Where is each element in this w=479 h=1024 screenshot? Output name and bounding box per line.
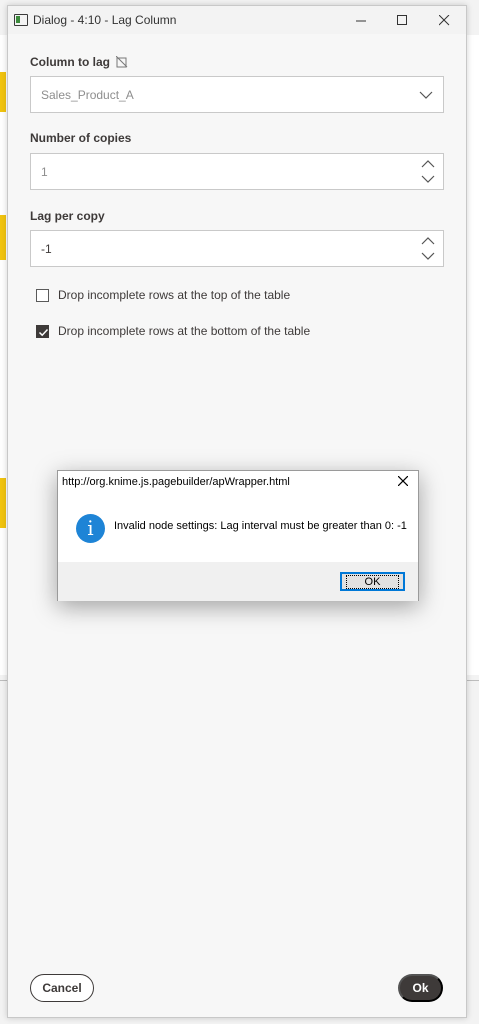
alert-dialog: http://org.knime.js.pagebuilder/apWrappe… <box>57 470 419 601</box>
alert-ok-button[interactable]: OK <box>340 572 405 591</box>
alert-title: http://org.knime.js.pagebuilder/apWrappe… <box>62 476 290 488</box>
drop-top-label: Drop incomplete rows at the top of the t… <box>58 288 291 302</box>
lag-per-copy-stepper <box>413 231 443 266</box>
background-node-yellow-1 <box>0 72 6 112</box>
column-filter-icon <box>115 55 128 68</box>
cancel-button[interactable]: Cancel <box>30 974 94 1002</box>
app-icon <box>14 14 28 26</box>
background-canvas-left <box>0 35 7 675</box>
number-of-copies-label: Number of copies <box>30 131 132 145</box>
number-of-copies-input[interactable]: 1 <box>30 153 444 190</box>
close-icon <box>438 14 449 25</box>
chevron-down-icon[interactable] <box>421 174 435 184</box>
alert-close-button[interactable] <box>394 473 412 491</box>
info-icon: i <box>76 514 105 543</box>
maximize-icon <box>396 14 407 25</box>
window-title: Dialog - 4:10 - Lag Column <box>33 13 177 27</box>
column-to-lag-value: Sales_Product_A <box>41 88 134 102</box>
title-bar[interactable]: Dialog - 4:10 - Lag Column <box>8 6 466 34</box>
chevron-up-icon[interactable] <box>421 159 435 169</box>
chevron-down-icon <box>419 91 433 99</box>
alert-button-bar: OK <box>58 562 418 601</box>
drop-bottom-option[interactable]: Drop incomplete rows at the bottom of th… <box>36 324 310 338</box>
column-to-lag-label: Column to lag <box>30 55 128 69</box>
column-to-lag-dropdown[interactable]: Sales_Product_A <box>30 76 444 113</box>
chevron-down-icon[interactable] <box>421 251 435 261</box>
alert-message: Invalid node settings: Lag interval must… <box>114 520 407 532</box>
checkmark-icon <box>38 328 49 336</box>
lag-per-copy-label: Lag per copy <box>30 209 105 223</box>
background-canvas-right <box>467 35 479 675</box>
number-of-copies-value: 1 <box>41 165 48 179</box>
lag-per-copy-value: -1 <box>41 242 52 256</box>
drop-top-option[interactable]: Drop incomplete rows at the top of the t… <box>36 288 290 302</box>
minimize-icon <box>355 20 366 21</box>
maximize-button[interactable] <box>382 6 422 34</box>
close-button[interactable] <box>424 6 464 34</box>
drop-bottom-label: Drop incomplete rows at the bottom of th… <box>58 324 311 338</box>
drop-top-checkbox[interactable] <box>36 288 49 302</box>
alert-body: i Invalid node settings: Lag interval mu… <box>58 494 418 562</box>
minimize-button[interactable] <box>341 6 381 34</box>
close-icon <box>397 475 409 487</box>
background-node-yellow-3 <box>0 478 6 528</box>
chevron-up-icon[interactable] <box>421 236 435 246</box>
number-of-copies-stepper <box>413 154 443 189</box>
background-node-yellow-2 <box>0 215 6 260</box>
ok-button[interactable]: Ok <box>398 974 443 1002</box>
drop-bottom-checkbox[interactable] <box>36 324 49 338</box>
lag-per-copy-input[interactable]: -1 <box>30 230 444 267</box>
